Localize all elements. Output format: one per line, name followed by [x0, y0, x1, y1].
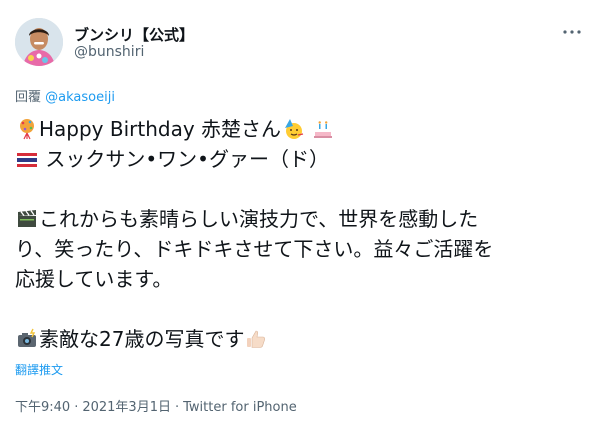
clapper-board-icon	[16, 208, 38, 230]
partying-face-icon	[282, 118, 304, 140]
reply-context: 回覆 @akasoeiji	[15, 86, 115, 105]
reply-prefix: 回覆	[15, 90, 42, 105]
more-options-icon[interactable]	[560, 20, 584, 44]
tweet-line-1-text: Happy Birthday 赤楚さん	[39, 117, 282, 141]
tweet-line: これからも素晴らしい演技力で、世界を感動した	[15, 204, 585, 234]
tweet-text: Happy Birthday 赤楚さん スックサン•ワン•グァー（ド） これから…	[15, 114, 585, 354]
avatar[interactable]	[15, 18, 63, 66]
camera-flash-icon	[16, 328, 38, 350]
meta-separator: ·	[174, 400, 180, 415]
tweet-line: スックサン•ワン•グァー（ド）	[15, 144, 585, 174]
tweet-line-3-text: これからも素晴らしい演技力で、世界を感動した	[39, 207, 479, 231]
reply-mention-link[interactable]: @akasoeiji	[45, 90, 115, 105]
tweet-detail: ブンシリ【公式】 @bunshiri 回覆 @akasoeiji Happy B…	[0, 0, 597, 428]
tweet-line-6-text: 素敵な27歳の写真です	[39, 327, 245, 351]
thumbs-up-icon	[245, 328, 267, 350]
translate-tweet-link[interactable]: 翻譯推文	[15, 361, 63, 378]
tweet-line: 応援しています。	[15, 264, 585, 294]
user-handle[interactable]: @bunshiri	[74, 44, 144, 60]
tweet-metadata: 下午9:40 · 2021年3月1日 · Twitter for iPhone	[15, 396, 297, 415]
tweet-line: Happy Birthday 赤楚さん	[15, 114, 585, 144]
tweet-line-5-text: 応援しています。	[15, 267, 173, 291]
tweet-line: 素敵な27歳の写真です	[15, 324, 585, 354]
tweet-line: り、笑ったり、ドキドキさせて下さい。益々ご活躍を	[15, 234, 585, 264]
tweet-line-2-text: スックサン•ワン•グァー（ド）	[39, 147, 329, 171]
tweet-line-4-text: り、笑ったり、ドキドキさせて下さい。益々ご活躍を	[15, 237, 494, 261]
tweet-time[interactable]: 下午9:40	[15, 400, 70, 415]
tweet-date[interactable]: 2021年3月1日	[82, 400, 171, 415]
display-name[interactable]: ブンシリ【公式】	[74, 24, 194, 45]
confetti-ball-icon	[16, 118, 38, 140]
birthday-cake-icon	[312, 118, 334, 140]
thailand-flag-icon	[16, 148, 38, 170]
tweet-source[interactable]: Twitter for iPhone	[183, 400, 297, 415]
meta-separator: ·	[74, 400, 79, 415]
